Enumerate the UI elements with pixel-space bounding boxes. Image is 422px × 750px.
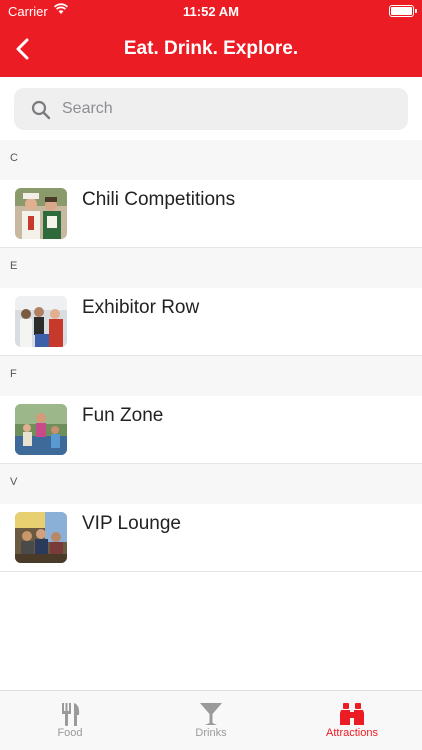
list-item[interactable]: Exhibitor Row: [0, 288, 422, 356]
nav-header: Carrier 11:52 AM Eat. Drink. Explore.: [0, 0, 422, 77]
search-icon: [31, 100, 51, 120]
tab-attractions[interactable]: Attractions: [282, 691, 422, 750]
section-header-e: E: [0, 248, 422, 288]
row-label: Exhibitor Row: [82, 297, 200, 318]
binoculars-icon: [340, 703, 364, 725]
chili-competitions-thumbnail: [15, 188, 67, 239]
list-item[interactable]: Chili Competitions: [0, 180, 422, 248]
search-bar-container: [0, 77, 422, 140]
row-label: Chili Competitions: [82, 189, 236, 210]
exhibitor-row-thumbnail: [15, 296, 67, 347]
row-label: VIP Lounge: [82, 513, 181, 534]
martini-glass-icon: [200, 703, 222, 725]
tab-bar: Food Drinks Attractions: [0, 690, 422, 750]
status-time: 11:52 AM: [183, 4, 239, 19]
attractions-list: C Chili Competitions E Exhibitor Row F F…: [0, 140, 422, 572]
section-header-f: F: [0, 356, 422, 396]
vip-lounge-thumbnail: [15, 512, 67, 563]
tab-drinks[interactable]: Drinks: [141, 691, 281, 750]
section-header-v: V: [0, 464, 422, 504]
tab-label: Food: [57, 727, 83, 739]
tab-food[interactable]: Food: [0, 691, 140, 750]
battery-icon: [389, 5, 417, 17]
tab-label: Attractions: [326, 727, 378, 739]
search-field[interactable]: [14, 88, 408, 130]
page-title: Eat. Drink. Explore.: [123, 38, 299, 59]
list-item[interactable]: Fun Zone: [0, 396, 422, 464]
section-header-c: C: [0, 140, 422, 180]
list-item[interactable]: VIP Lounge: [0, 504, 422, 572]
fork-knife-icon: [62, 703, 80, 726]
status-bar: Carrier 11:52 AM: [0, 0, 422, 22]
row-label: Fun Zone: [82, 405, 164, 426]
tab-label: Drinks: [195, 727, 227, 739]
search-input[interactable]: [62, 88, 392, 130]
fun-zone-thumbnail: [15, 404, 67, 455]
